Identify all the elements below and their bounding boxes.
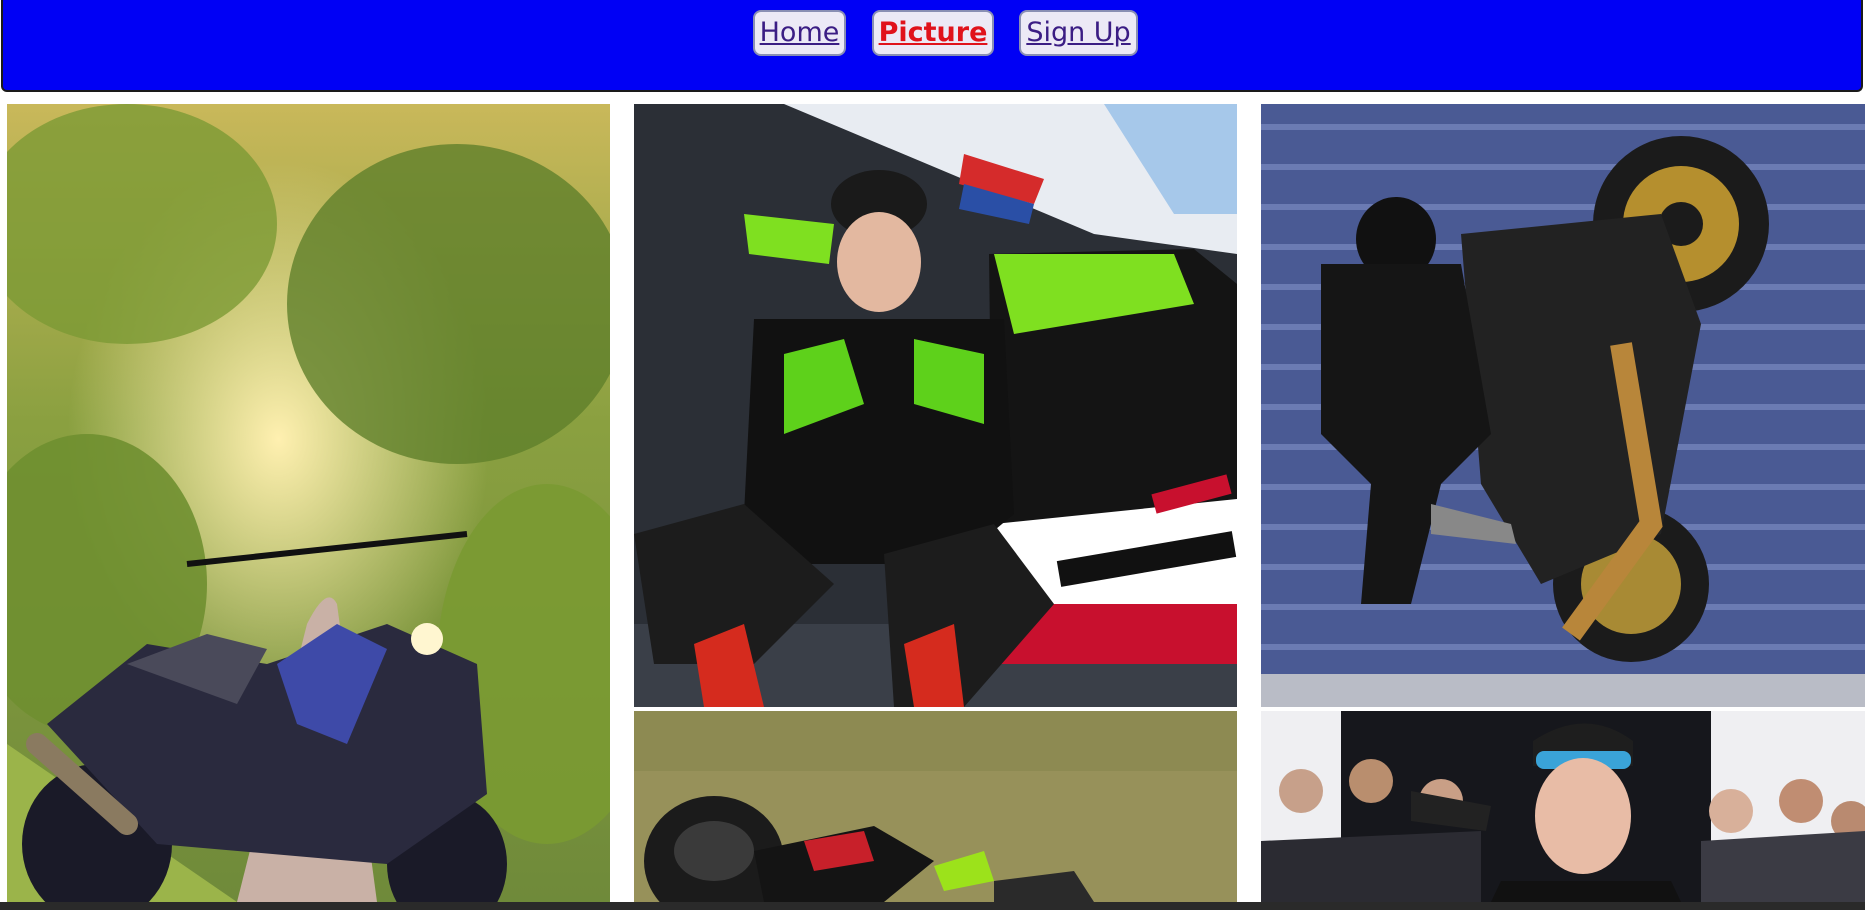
photo-racer-kawasaki[interactable] (634, 104, 1237, 707)
photo-stunt-wheelie[interactable] (1261, 104, 1865, 707)
top-navbar: Home Picture Sign Up (1, 0, 1863, 92)
nav-signup-link[interactable]: Sign Up (1019, 10, 1138, 56)
photo-racer-crowd[interactable] (1261, 711, 1865, 902)
bottom-edge-bar (0, 902, 1865, 910)
nav-picture-link[interactable]: Picture (872, 10, 994, 56)
photo-motorcycle-forest[interactable] (7, 104, 610, 902)
nav-home-link[interactable]: Home (753, 10, 846, 56)
photo-rider-cornering[interactable] (634, 711, 1237, 902)
